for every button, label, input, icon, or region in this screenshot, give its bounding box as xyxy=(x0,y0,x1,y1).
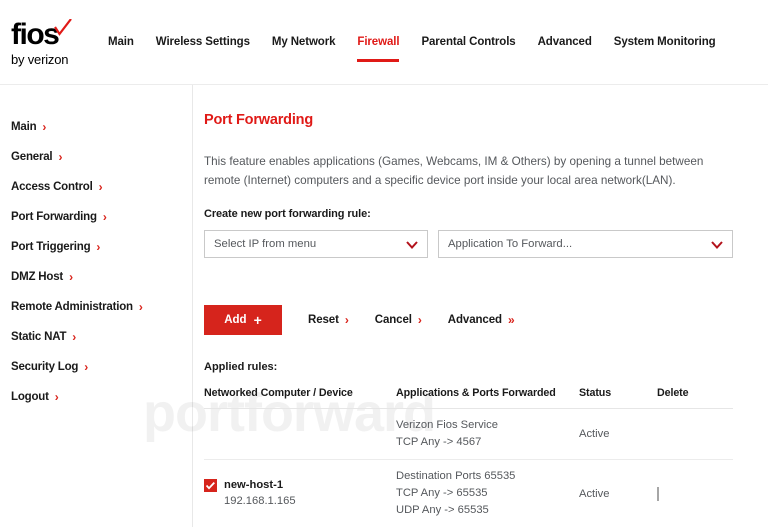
row-app-line: TCP Any -> 4567 xyxy=(396,436,482,448)
row-device-name: new-host-1 xyxy=(224,479,284,491)
create-rule-controls: Select IP from menu Application To Forwa… xyxy=(204,230,740,258)
chevron-right-icon: › xyxy=(42,120,47,134)
sidebar-item-label: Port Forwarding xyxy=(11,211,97,223)
page-body: Main › General › Access Control › Port F… xyxy=(0,85,768,527)
nav-active-underline xyxy=(357,59,400,62)
advanced-button-label: Advanced xyxy=(447,314,502,326)
applied-rules-label: Applied rules: xyxy=(204,361,278,373)
action-buttons: Add + Reset › Cancel › Advanced » xyxy=(204,305,740,335)
table-header-row: Networked Computer / Device Applications… xyxy=(204,387,733,409)
chevron-double-right-icon: » xyxy=(507,313,515,327)
sidebar-item-label: Security Log xyxy=(11,361,79,373)
sidebar-item-logout[interactable]: Logout › xyxy=(0,382,192,412)
advanced-button[interactable]: Advanced » xyxy=(448,314,515,326)
nav-item-main[interactable]: Main xyxy=(108,36,134,50)
sidebar-item-label: Main xyxy=(11,121,37,133)
applied-rules-table: Networked Computer / Device Applications… xyxy=(204,387,733,527)
nav-item-system-monitoring[interactable]: System Monitoring xyxy=(614,36,716,50)
sidebar-item-port-forwarding[interactable]: Port Forwarding › xyxy=(0,202,192,232)
chevron-right-icon: › xyxy=(96,240,101,254)
row-device-cell: new-host-1 192.168.1.165 xyxy=(204,477,396,510)
sidebar-item-general[interactable]: General › xyxy=(0,142,192,172)
select-ip-value: Select IP from menu xyxy=(214,238,317,250)
sidebar-item-access-control[interactable]: Access Control › xyxy=(0,172,192,202)
nav-item-advanced[interactable]: Advanced xyxy=(538,36,592,50)
column-header-status: Status xyxy=(579,387,612,399)
nav-item-wireless-settings[interactable]: Wireless Settings xyxy=(156,36,250,50)
fios-logo-text: fios xyxy=(11,18,73,51)
row-app-line: Verizon Fios Service xyxy=(396,419,498,431)
chevron-right-icon: › xyxy=(138,300,143,314)
plus-icon: + xyxy=(253,312,262,328)
select-application-value: Application To Forward... xyxy=(448,238,573,250)
sidebar-item-static-nat[interactable]: Static NAT › xyxy=(0,322,192,352)
fios-logo[interactable]: fios by verizon xyxy=(11,18,106,67)
chevron-right-icon: › xyxy=(69,270,73,284)
row-status-cell: Active xyxy=(579,487,610,500)
router-admin-page: fios by verizon Main Wireless Settings M… xyxy=(0,0,768,527)
row-delete-cell xyxy=(657,486,733,501)
select-application-dropdown[interactable]: Application To Forward... xyxy=(438,230,733,258)
sidebar-item-label: Remote Administration xyxy=(11,301,133,313)
reset-button[interactable]: Reset › xyxy=(308,314,349,326)
sidebar-item-label: Logout xyxy=(11,391,49,403)
chevron-right-icon: › xyxy=(102,210,107,224)
sidebar-item-remote-administration[interactable]: Remote Administration › xyxy=(0,292,192,322)
chevron-right-icon: › xyxy=(58,150,63,164)
sidebar-item-security-log[interactable]: Security Log › xyxy=(0,352,192,382)
main-content: portforward Port Forwarding This feature… xyxy=(143,85,768,527)
page-description: This feature enables applications (Games… xyxy=(204,155,704,187)
sidebar-item-main[interactable]: Main › xyxy=(0,112,192,142)
page-title: Port Forwarding xyxy=(204,112,313,128)
rule-enabled-checkbox[interactable] xyxy=(204,479,217,492)
fios-logo-subtext: by verizon xyxy=(11,52,69,67)
create-rule-label: Create new port forwarding rule: xyxy=(204,208,371,220)
select-ip-dropdown[interactable]: Select IP from menu xyxy=(204,230,428,258)
sidebar-item-label: DMZ Host xyxy=(11,271,64,283)
delete-checkbox[interactable] xyxy=(657,486,659,501)
fios-wordmark: fios xyxy=(11,18,60,51)
chevron-right-icon: › xyxy=(417,313,422,327)
site-header: fios by verizon Main Wireless Settings M… xyxy=(0,0,768,85)
chevron-down-icon xyxy=(406,240,418,249)
chevron-down-icon xyxy=(711,240,723,249)
row-applications-cell: Verizon Fios Service TCP Any -> 4567 xyxy=(396,417,579,451)
row-app-line: UDP Any -> 65535 xyxy=(396,504,489,516)
sidebar-item-port-triggering[interactable]: Port Triggering › xyxy=(0,232,192,262)
nav-item-firewall[interactable]: Firewall xyxy=(357,36,400,62)
sidebar-item-dmz-host[interactable]: DMZ Host › xyxy=(0,262,192,292)
column-header-applications: Applications & Ports Forwarded xyxy=(396,387,556,399)
nav-item-parental-controls[interactable]: Parental Controls xyxy=(421,36,515,50)
cancel-button[interactable]: Cancel › xyxy=(375,314,422,326)
sidebar-navigation: Main › General › Access Control › Port F… xyxy=(0,85,193,527)
cancel-button-label: Cancel xyxy=(374,314,412,326)
row-applications-cell: Destination Ports 65535 TCP Any -> 65535… xyxy=(396,468,579,519)
main-navigation: Main Wireless Settings My Network Firewa… xyxy=(108,36,738,62)
table-row: Verizon Fios Service TCP Any -> 4567 Act… xyxy=(204,409,733,460)
row-status-cell: Active xyxy=(579,428,610,440)
sidebar-item-label: Static NAT xyxy=(11,331,67,343)
sidebar-item-label: Access Control xyxy=(11,181,93,193)
nav-item-my-network[interactable]: My Network xyxy=(272,36,336,50)
column-header-delete: Delete xyxy=(657,387,689,399)
row-app-line: Destination Ports 65535 xyxy=(396,470,516,482)
chevron-right-icon: › xyxy=(98,180,103,194)
add-button-label: Add xyxy=(224,314,247,326)
chevron-right-icon: › xyxy=(84,360,89,374)
chevron-right-icon: › xyxy=(54,390,59,404)
chevron-right-icon: › xyxy=(344,313,349,327)
sidebar-item-label: General xyxy=(11,151,53,163)
row-device-ip: 192.168.1.165 xyxy=(224,495,296,507)
row-app-line: TCP Any -> 65535 xyxy=(396,487,488,499)
chevron-right-icon: › xyxy=(72,330,77,344)
column-header-device: Networked Computer / Device xyxy=(204,387,353,399)
add-button[interactable]: Add + xyxy=(204,305,282,335)
verizon-check-icon xyxy=(54,13,73,36)
sidebar-item-label: Port Triggering xyxy=(11,241,91,253)
reset-button-label: Reset xyxy=(308,314,339,326)
table-row: new-host-1 192.168.1.165 Destination Por… xyxy=(204,460,733,527)
